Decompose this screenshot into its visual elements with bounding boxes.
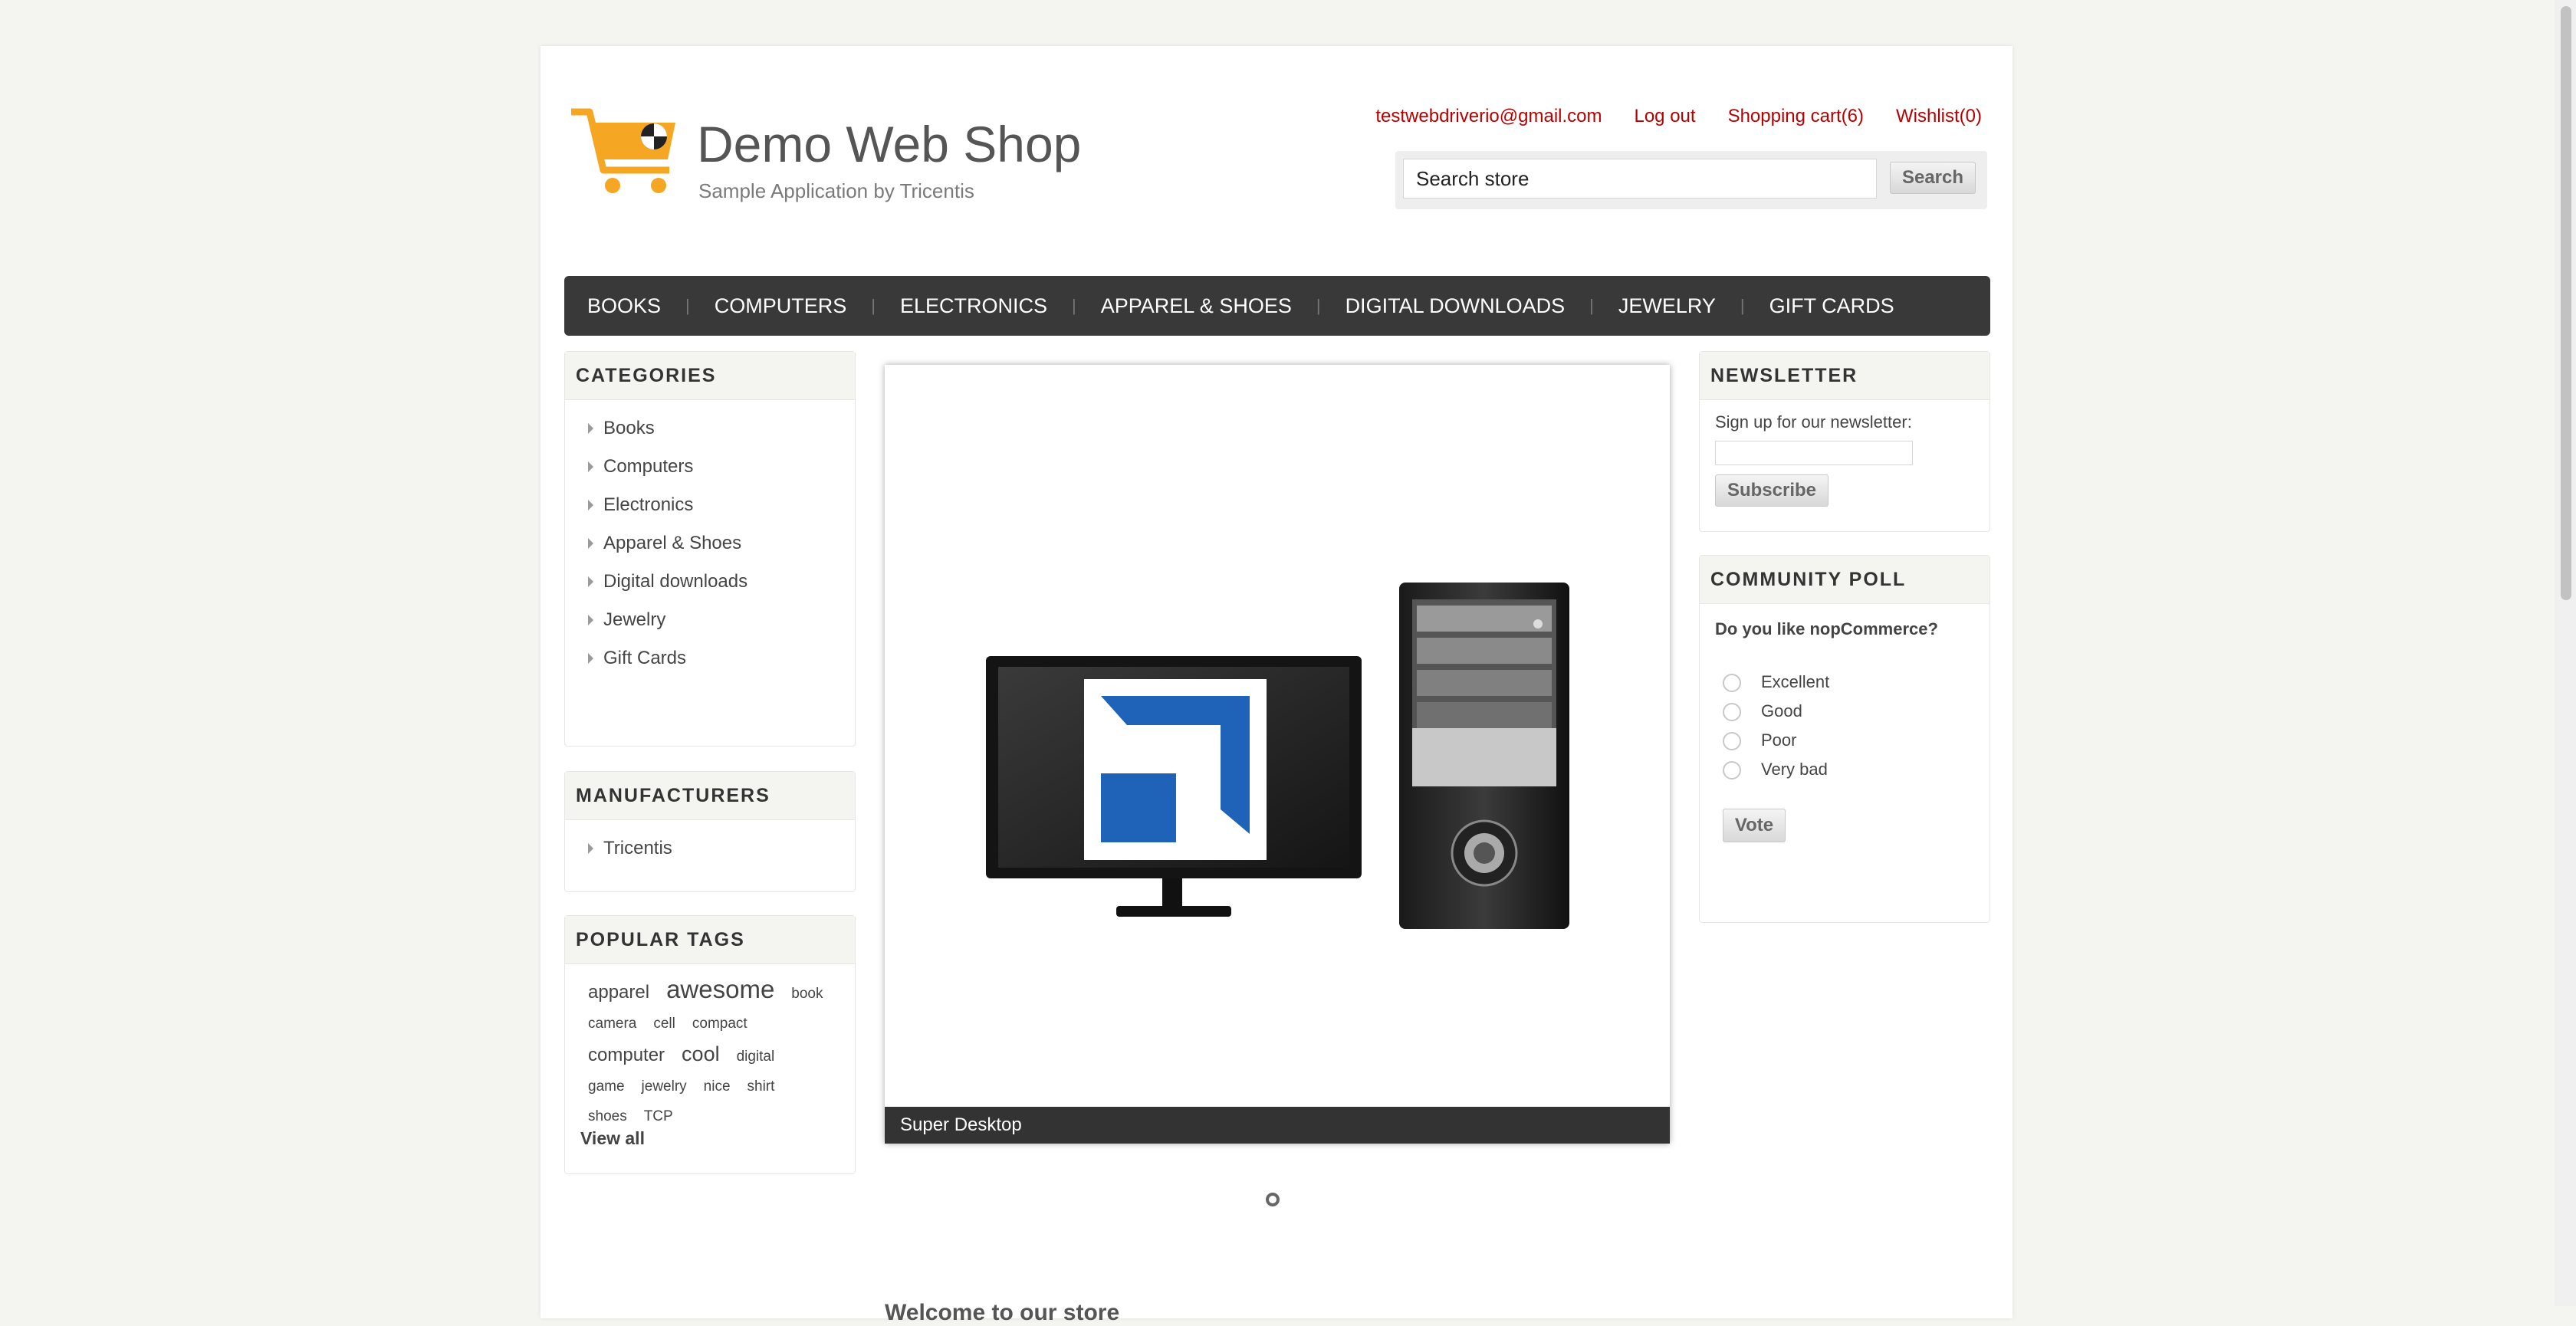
manufacturers-title: MANUFACTURERS	[565, 772, 855, 820]
nav-separator: |	[1316, 296, 1321, 315]
nav-jewelry[interactable]: JEWELRY	[1618, 294, 1716, 318]
tag-cool[interactable]: cool	[682, 1039, 720, 1068]
nav-gift-cards[interactable]: GIFT CARDS	[1769, 294, 1894, 318]
slider-pagination-dot[interactable]	[1266, 1193, 1280, 1206]
poll-option-label: Poor	[1761, 730, 1797, 750]
poll-option-excellent[interactable]: Excellent	[1723, 671, 1829, 694]
account-email-link[interactable]: testwebdriverio@gmail.com	[1375, 106, 1602, 127]
scrollbar-thumb[interactable]	[2561, 6, 2571, 600]
subscribe-button[interactable]: Subscribe	[1715, 474, 1829, 507]
radio-button[interactable]	[1723, 761, 1741, 780]
poll-option-very-bad[interactable]: Very bad	[1723, 758, 1828, 781]
nav-separator: |	[1589, 296, 1594, 315]
poll-option-label: Very bad	[1761, 760, 1828, 779]
radio-button[interactable]	[1723, 703, 1741, 722]
community-poll-block: COMMUNITY POLL Do you like nopCommerce? …	[1699, 555, 1990, 923]
top-menu: BOOKS | COMPUTERS | ELECTRONICS | APPARE…	[564, 276, 1990, 336]
nav-separator: |	[685, 296, 690, 315]
manufacturers-list: Tricentis	[565, 820, 855, 868]
tag-camera[interactable]: camera	[588, 1009, 636, 1039]
tag-book[interactable]: book	[791, 980, 823, 1009]
nav-separator: |	[1072, 296, 1076, 315]
newsletter-email-input[interactable]	[1715, 441, 1913, 465]
site-title: Demo Web Shop	[697, 116, 1082, 172]
newsletter-title: NEWSLETTER	[1700, 352, 1990, 400]
poll-title: COMMUNITY POLL	[1700, 556, 1990, 604]
search-button[interactable]: Search	[1890, 162, 1976, 194]
tag-computer[interactable]: computer	[588, 1041, 665, 1070]
categories-block: CATEGORIES Books Computers Electronics A…	[564, 351, 856, 747]
manufacturers-block: MANUFACTURERS Tricentis	[564, 771, 856, 892]
tag-tcp[interactable]: TCP	[644, 1102, 673, 1131]
category-books[interactable]: Books	[588, 409, 855, 448]
search-input[interactable]	[1403, 159, 1877, 199]
poll-option-good[interactable]: Good	[1723, 700, 1802, 723]
category-gift-cards[interactable]: Gift Cards	[588, 639, 855, 678]
poll-question: Do you like nopCommerce?	[1715, 619, 1938, 638]
category-computers[interactable]: Computers	[588, 448, 855, 486]
newsletter-label: Sign up for our newsletter:	[1715, 412, 1912, 432]
tag-digital[interactable]: digital	[737, 1042, 775, 1072]
nav-separator: |	[1740, 296, 1745, 315]
logout-link[interactable]: Log out	[1634, 106, 1695, 127]
slide-caption: Super Desktop	[885, 1107, 1670, 1144]
nav-electronics[interactable]: ELECTRONICS	[900, 294, 1047, 318]
nav-computers[interactable]: COMPUTERS	[715, 294, 847, 318]
vote-button[interactable]: Vote	[1723, 809, 1786, 842]
nav-separator: |	[871, 296, 876, 315]
slide-image	[986, 583, 1569, 929]
tag-shirt[interactable]: shirt	[748, 1072, 775, 1101]
popular-tags-title: POPULAR TAGS	[565, 916, 855, 964]
poll-option-label: Excellent	[1761, 672, 1830, 691]
tag-nice[interactable]: nice	[704, 1072, 731, 1101]
tag-apparel[interactable]: apparel	[588, 978, 649, 1007]
categories-list: Books Computers Electronics Apparel & Sh…	[565, 400, 855, 678]
poll-option-label: Good	[1761, 701, 1802, 720]
tag-cloud: apparel awesome book camera cell compact com…	[565, 964, 855, 1132]
nav-digital-downloads[interactable]: DIGITAL DOWNLOADS	[1346, 294, 1566, 318]
tag-game[interactable]: game	[588, 1072, 625, 1101]
radio-button[interactable]	[1723, 732, 1741, 751]
page-container: Demo Web Shop Sample Application by Tric…	[540, 46, 2013, 1325]
newsletter-block: NEWSLETTER Sign up for our newsletter: S…	[1699, 351, 1990, 532]
shopping-cart-link[interactable]: Shopping cart(6)	[1728, 106, 1864, 127]
wishlist-link[interactable]: Wishlist(0)	[1896, 106, 1982, 127]
category-jewelry[interactable]: Jewelry	[588, 601, 855, 639]
view-all-tags-link[interactable]: View all	[580, 1128, 645, 1149]
popular-tags-block: POPULAR TAGS apparel awesome book camera ce…	[564, 915, 856, 1174]
site-logo[interactable]: Demo Web Shop Sample Application by Tric…	[568, 100, 1120, 202]
header-links: testwebdriverio@gmail.com Log out Shoppi…	[1375, 106, 1982, 127]
tag-compact[interactable]: compact	[692, 1009, 748, 1039]
search-box: Search	[1395, 151, 1987, 209]
categories-title: CATEGORIES	[565, 352, 855, 400]
category-electronics[interactable]: Electronics	[588, 486, 855, 524]
home-slider[interactable]: Super Desktop	[885, 365, 1670, 1144]
nav-apparel-shoes[interactable]: APPAREL & SHOES	[1101, 294, 1292, 318]
poll-option-poor[interactable]: Poor	[1723, 729, 1796, 752]
tag-shoes[interactable]: shoes	[588, 1102, 627, 1131]
manufacturer-tricentis[interactable]: Tricentis	[588, 829, 855, 868]
shopping-cart-icon	[571, 108, 675, 193]
page-scrollbar[interactable]	[2555, 0, 2576, 1306]
tag-jewelry[interactable]: jewelry	[642, 1072, 687, 1101]
welcome-heading: Welcome to our store	[885, 1300, 1120, 1325]
radio-button[interactable]	[1723, 674, 1741, 693]
category-digital-downloads[interactable]: Digital downloads	[588, 563, 855, 601]
nav-books[interactable]: BOOKS	[587, 294, 661, 318]
category-apparel-shoes[interactable]: Apparel & Shoes	[588, 524, 855, 563]
tag-cell[interactable]: cell	[653, 1009, 675, 1039]
tag-awesome[interactable]: awesome	[666, 975, 774, 1004]
site-subtitle: Sample Application by Tricentis	[698, 179, 974, 202]
